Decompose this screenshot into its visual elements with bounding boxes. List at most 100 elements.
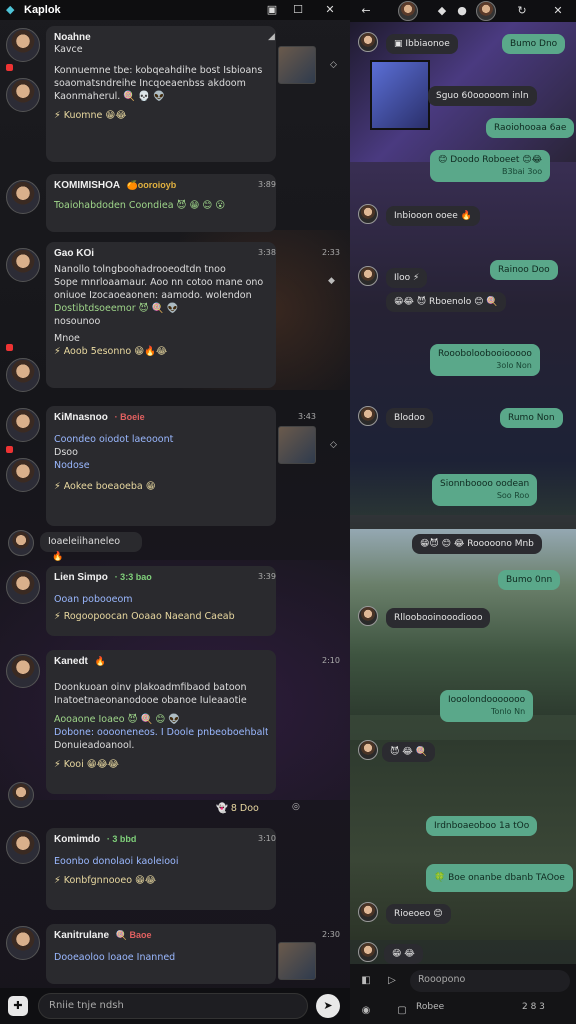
reaction-strip[interactable]: 👻 8 Doo ◎ (0, 800, 350, 820)
feed-message[interactable]: Kanitrulane 🍭 Baoe Dooeaoloo loaoe Inann… (0, 924, 350, 986)
message-input[interactable]: Rniie tnje ndsh (38, 993, 308, 1019)
tab-icon[interactable]: ▣ (264, 2, 280, 18)
avatar[interactable] (6, 458, 40, 492)
chat-bubble-out[interactable]: Bumo Dno (502, 34, 566, 54)
chat-bubble-in[interactable]: Rlloobooinooodiooo (386, 608, 491, 628)
chat-bubble-in[interactable]: Rioeoeo 😊 (386, 904, 451, 924)
avatar[interactable] (6, 926, 40, 960)
feed-message[interactable]: KiMnasnoo · Boeie Coondeo oiodot laeooon… (0, 406, 350, 530)
feed-message[interactable]: Gao KOi Nanollo tolngboohadrooeodtdn tno… (0, 242, 350, 392)
avatar[interactable] (358, 204, 378, 224)
chat-bubble-in[interactable]: Inbiooon ooee 🔥 (386, 206, 480, 226)
avatar[interactable] (6, 28, 40, 62)
avatar[interactable] (8, 530, 34, 556)
sender-name[interactable]: Komimdo (54, 834, 100, 845)
message-line: nosounoo (54, 316, 101, 327)
counter: 2 8 3 (522, 1002, 545, 1012)
chat-bubble-in[interactable]: 😁😈 😊 😂 Rooooono Mnb (412, 534, 542, 554)
reactions-row[interactable]: ⚡ Kooi 😁😂😂 (54, 758, 268, 772)
chat-bubble-in[interactable]: 😁😂 😈 Rboenolo 😊 🍭 (386, 292, 506, 312)
chat-bubble-out[interactable]: Bumo 0nn (498, 570, 561, 590)
send-icon[interactable]: ➤ (316, 994, 340, 1018)
chat-bubble-out[interactable]: Roooboloobooiooooo 3olo Non (430, 344, 540, 376)
chat-bubble-out[interactable]: Sionnboooo oodean Soo Roo (432, 474, 538, 506)
sender-name[interactable]: Kanedt (54, 656, 88, 667)
chat-bubble-out[interactable]: Rumo Non (500, 408, 563, 428)
avatar[interactable] (358, 942, 378, 962)
attachment-thumbnail[interactable] (278, 46, 316, 84)
chat-bubble-in[interactable]: ▣ Ibbiaonoe (386, 34, 458, 54)
reactions-row[interactable]: ⚡ Rogoopoocan Ooaao Naeand Caeab (54, 610, 268, 624)
feed-message[interactable]: Komimdo · 3 bbd Eoonbo donolaoi kaoleioo… (0, 828, 350, 914)
reactions-row[interactable]: ⚡ Konbfgnnooeo 😁😂 (54, 874, 268, 888)
avatar[interactable] (6, 408, 40, 442)
avatar[interactable] (398, 1, 418, 21)
sender-name[interactable]: KOMIMISHOA (54, 180, 120, 191)
avatar[interactable] (6, 180, 40, 214)
avatar[interactable] (358, 740, 378, 760)
close-icon[interactable]: ✕ (322, 2, 338, 18)
feed-message[interactable]: Ioaeleiihaneleo 🔥 (0, 530, 350, 562)
feed-message[interactable]: Kanedt 🔥 Doonkuoan oinv plakoadmfibaod b… (0, 650, 350, 808)
avatar[interactable] (358, 32, 378, 52)
share-icon[interactable]: ↻ (514, 3, 530, 19)
avatar[interactable] (6, 248, 40, 282)
attachment-thumbnail[interactable] (278, 942, 316, 980)
avatar[interactable] (476, 1, 496, 21)
feed-message[interactable]: Lien Simpo · 3:3 bao Ooan pobooeom ⚡ Rog… (0, 566, 350, 638)
more-icon[interactable]: ◇ (330, 440, 337, 450)
chat-bubble-out[interactable]: 🍀 Boe onanbe dbanb TAOoe (426, 864, 573, 892)
right-top-bar: ← ◆ ● ↻ ✕ (350, 0, 576, 22)
chat-bubble-out[interactable]: 😊 Doodo Roboeet 😊😂 B3bai 3oo (430, 150, 551, 182)
feed-message[interactable]: Noahne Kavce Konnuemne tbe: kobqeahdihe … (0, 26, 350, 166)
sender-name[interactable]: Ioaeleiihaneleo (48, 535, 120, 548)
chat-bubble-in[interactable]: Blodoo (386, 408, 433, 428)
sender-name[interactable]: Gao KOi (54, 248, 268, 259)
status-icon[interactable]: ● (454, 3, 470, 19)
flame-icon[interactable]: ◆ (434, 3, 450, 19)
play-icon[interactable]: ▷ (384, 973, 400, 989)
message-input[interactable]: Rooopono (410, 970, 570, 992)
avatar[interactable] (6, 654, 40, 688)
emoji-icon[interactable]: ◉ (358, 1003, 374, 1019)
back-icon[interactable]: ← (358, 3, 374, 19)
reaction-counter[interactable]: 👻 8 Doo (216, 802, 259, 816)
more-icon[interactable]: ◇ (330, 60, 337, 70)
reactions-row[interactable]: ⚡ Aoob 5esonno 😁🔥😂 (54, 345, 268, 359)
reactions-row[interactable]: ⚡ Kuomne 😁😂 (54, 109, 268, 123)
avatar[interactable] (358, 406, 378, 426)
message-line: Ooan pobooeom (54, 594, 133, 605)
chat-bubble-in[interactable]: Iloo ⚡ (386, 268, 428, 288)
chat-bubble-in[interactable]: 😁 😂 (384, 944, 423, 964)
sender-name[interactable]: KiMnasnoo (54, 412, 108, 423)
plus-icon[interactable]: ✚ (8, 996, 28, 1016)
attach-label[interactable]: Robee (416, 1002, 444, 1012)
chat-bubble-out[interactable]: Raoiohooaa 6ae (486, 118, 575, 138)
maximize-icon[interactable]: ☐ (290, 2, 306, 18)
message-line: Konnuemne tbe: kobqeahdihe bost Isbioans (54, 65, 263, 76)
sticker-icon[interactable]: ◧ (358, 973, 374, 989)
chat-bubble-in[interactable]: 😈 😂 🍭 (382, 742, 435, 762)
sender-name[interactable]: Lien Simpo (54, 572, 108, 583)
chat-bubble-out[interactable]: Rainoo Doo (490, 260, 558, 280)
avatar[interactable] (6, 570, 40, 604)
attachment-thumbnail[interactable] (278, 426, 316, 464)
avatar[interactable] (6, 358, 40, 392)
chat-bubble-out[interactable]: Iooolondooooooo Tonlo Nn (440, 690, 534, 722)
pin-icon[interactable]: ◆ (328, 276, 335, 286)
reactions-row[interactable]: ⚡ Aokee boeaoeba 😁 (54, 480, 268, 494)
chat-bubble-out[interactable]: Irdnboaeoboo 1a tOo (426, 816, 538, 836)
unread-badge (6, 446, 13, 453)
reply-icon[interactable]: ◎ (292, 802, 300, 812)
attach-icon[interactable]: ▢ (394, 1003, 410, 1019)
sender-name[interactable]: Noahne (54, 32, 268, 43)
avatar[interactable] (6, 830, 40, 864)
avatar[interactable] (358, 266, 378, 286)
avatar[interactable] (358, 902, 378, 922)
sender-name[interactable]: Kanitrulane (54, 930, 109, 941)
chat-bubble-in[interactable]: Sguo 60ooooom inln (428, 86, 537, 106)
feed-message[interactable]: KOMIMISHOA 🍊ooroioyb Toaiohabdoden Coond… (0, 174, 350, 234)
avatar[interactable] (358, 606, 378, 626)
close-icon[interactable]: ✕ (550, 3, 566, 19)
avatar[interactable] (6, 78, 40, 112)
